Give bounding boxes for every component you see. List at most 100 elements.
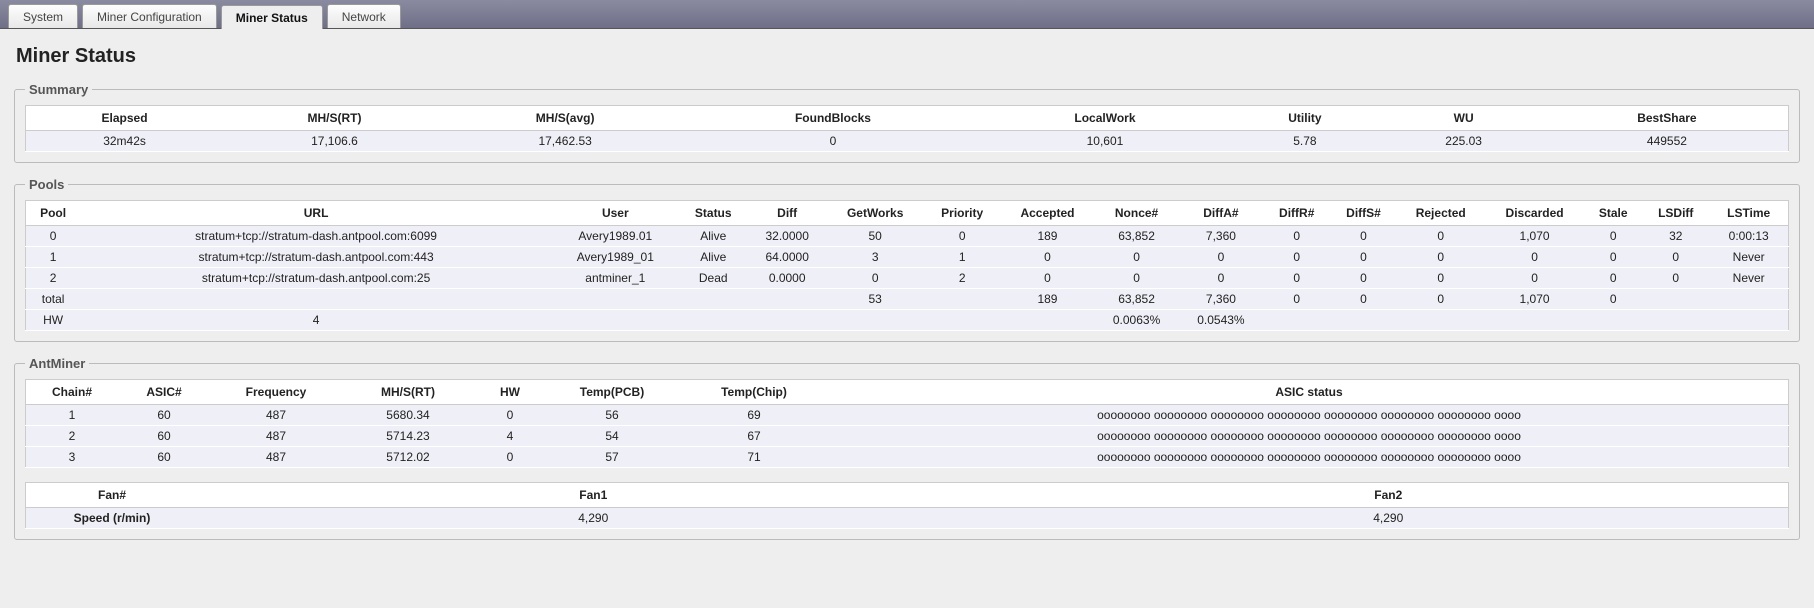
summary-section: Summary Elapsed MH/S(RT) MH/S(avg) Found… [14,82,1800,163]
cell-hw-lstime [1709,310,1788,331]
fan-data-row: Speed (r/min) 4,290 4,290 [26,508,1789,529]
cell-nonce: 0 [1094,268,1178,289]
summary-legend: Summary [25,82,92,97]
cell-total-url [80,289,552,310]
summary-header-row: Elapsed MH/S(RT) MH/S(avg) FoundBlocks L… [26,106,1789,131]
antminer-row: 2604875714.2345467oooooooo oooooooo oooo… [26,426,1789,447]
col-diffs: DiffS# [1330,201,1396,226]
cell-temp_chip: 67 [678,426,830,447]
cell-pool: 0 [26,226,81,247]
cell-accepted: 189 [1001,226,1095,247]
col-lstime: LSTime [1709,201,1788,226]
cell-total-priority [924,289,1001,310]
antminer-row: 3604875712.0205771oooooooo oooooooo oooo… [26,447,1789,468]
col-ant-mhs-rt: MH/S(RT) [342,380,474,405]
cell-found-blocks: 0 [684,131,981,152]
cell-diffr: 0 [1263,247,1330,268]
cell-hw-rejected [1397,310,1485,331]
pools-row: 1stratum+tcp://stratum-dash.antpool.com:… [26,247,1789,268]
top-tab-bar: System Miner Configuration Miner Status … [0,0,1814,29]
cell-temp_chip: 71 [678,447,830,468]
cell-total-getworks: 53 [827,289,924,310]
cell-asic_status: oooooooo oooooooo oooooooo oooooooo oooo… [830,447,1789,468]
cell-diffa: 7,360 [1179,226,1263,247]
tab-system[interactable]: System [8,4,78,28]
page-body: Miner Status Summary Elapsed MH/S(RT) MH… [0,29,1814,568]
col-mhs-avg: MH/S(avg) [446,106,685,131]
antminer-header-row: Chain# ASIC# Frequency MH/S(RT) HW Temp(… [26,380,1789,405]
col-diffa: DiffA# [1179,201,1263,226]
cell-mhs-rt: 17,106.6 [223,131,446,152]
cell-total-discarded: 1,070 [1485,289,1585,310]
pools-hw-row: HW40.0063%0.0543% [26,310,1789,331]
cell-pool: 1 [26,247,81,268]
col-fan2: Fan2 [989,483,1789,508]
col-user: User [552,201,679,226]
cell-priority: 2 [924,268,1001,289]
cell-hw-getworks [827,310,924,331]
cell-user: antminer_1 [552,268,679,289]
cell-diff: 32.0000 [748,226,827,247]
cell-lstime: 0:00:13 [1709,226,1788,247]
cell-hw-url: 4 [80,310,552,331]
cell-diffs: 0 [1330,247,1396,268]
cell-total-nonce: 63,852 [1094,289,1178,310]
cell-temp_pcb: 57 [546,447,678,468]
pools-row: 2stratum+tcp://stratum-dash.antpool.com:… [26,268,1789,289]
col-elapsed: Elapsed [26,106,224,131]
cell-asic_status: oooooooo oooooooo oooooooo oooooooo oooo… [830,426,1789,447]
cell-wu: 225.03 [1381,131,1545,152]
cell-pool: 2 [26,268,81,289]
pools-table: Pool URL User Status Diff GetWorks Prior… [25,200,1789,331]
fan-header-row: Fan# Fan1 Fan2 [26,483,1789,508]
cell-hw-diff [748,310,827,331]
cell-asic_status: oooooooo oooooooo oooooooo oooooooo oooo… [830,405,1789,426]
page-title: Miner Status [16,45,1800,68]
cell-chain: 3 [26,447,119,468]
cell-total-diffr: 0 [1263,289,1330,310]
cell-status: Dead [679,268,748,289]
cell-hw-user [552,310,679,331]
col-wu: WU [1381,106,1545,131]
cell-diffs: 0 [1330,226,1396,247]
cell-status: Alive [679,247,748,268]
pools-row: 0stratum+tcp://stratum-dash.antpool.com:… [26,226,1789,247]
tab-strip: System Miner Configuration Miner Status … [8,4,1806,28]
cell-nonce: 0 [1094,247,1178,268]
col-fan1: Fan1 [198,483,989,508]
cell-getworks: 0 [827,268,924,289]
cell-stale: 0 [1584,226,1642,247]
cell-mhs_rt: 5680.34 [342,405,474,426]
cell-temp_pcb: 54 [546,426,678,447]
antminer-legend: AntMiner [25,356,89,371]
col-utility: Utility [1228,106,1381,131]
cell-diffa: 0 [1179,247,1263,268]
cell-hw-diffa: 0.0543% [1179,310,1263,331]
cell-frequency: 487 [210,405,342,426]
col-stale: Stale [1584,201,1642,226]
cell-diffr: 0 [1263,268,1330,289]
cell-discarded: 0 [1485,247,1585,268]
col-local-work: LocalWork [982,106,1229,131]
cell-hw-accepted [1001,310,1095,331]
summary-data-row: 32m42s 17,106.6 17,462.53 0 10,601 5.78 … [26,131,1789,152]
cell-user: Avery1989_01 [552,247,679,268]
cell-hw-diffs [1330,310,1396,331]
tab-network[interactable]: Network [327,4,401,28]
cell-hw-status [679,310,748,331]
cell-hw-discarded [1485,310,1585,331]
col-rejected: Rejected [1397,201,1485,226]
cell-total-user [552,289,679,310]
tab-miner-configuration[interactable]: Miner Configuration [82,4,217,28]
tab-miner-status[interactable]: Miner Status [221,5,323,29]
cell-lstime: Never [1709,247,1788,268]
col-status: Status [679,201,748,226]
cell-rejected: 0 [1397,247,1485,268]
antminer-section: AntMiner Chain# ASIC# Frequency MH/S(RT)… [14,356,1800,540]
cell-elapsed: 32m42s [26,131,224,152]
cell-total-diff [748,289,827,310]
col-temp-chip: Temp(Chip) [678,380,830,405]
col-temp-pcb: Temp(PCB) [546,380,678,405]
cell-chain: 1 [26,405,119,426]
col-asic-status: ASIC status [830,380,1789,405]
